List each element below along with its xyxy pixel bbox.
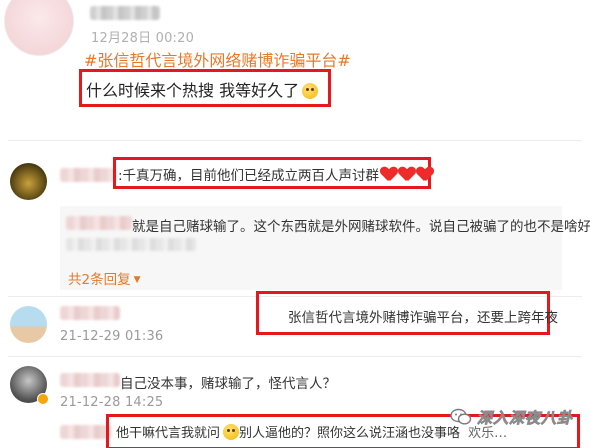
section-divider [8, 140, 582, 141]
watermark: 深入深夜八卦 [450, 406, 573, 428]
emoji-icon [223, 424, 240, 440]
comment-1-text-content: :千真万确，目前他们已经成立两百人声讨群 [118, 168, 380, 184]
comment-4-text-content: 他干嘛代言我就问 [116, 426, 221, 441]
comment-1-text: :千真万确，目前他们已经成立两百人声讨群 [118, 164, 433, 184]
comment-3-timestamp: 21-12-28 14:25 [60, 395, 164, 410]
post-timestamp: 12月28日 00:20 [91, 31, 195, 46]
watermark-text: 深入深夜八卦 [477, 408, 574, 427]
comment-4-trailing-text: 欢乐… [468, 426, 508, 441]
heart-emoji-icon [417, 167, 433, 182]
scared-face-emoji-icon [302, 83, 319, 99]
comment-3-text: 自己没本事，赌球输了，怪代言人？ [120, 376, 336, 392]
post-text: 什么时候来个热搜 我等好久了 [86, 77, 319, 101]
post-author-avatar[interactable] [4, 0, 74, 56]
commenter-name[interactable] [60, 306, 120, 320]
heart-emoji-icon [399, 167, 415, 182]
post-text-content: 什么时候来个热搜 我等好久了 [86, 81, 300, 100]
chevron-down-icon: ▼ [133, 275, 141, 285]
commenter-avatar[interactable] [10, 306, 47, 343]
verified-badge-icon [37, 393, 49, 405]
wechat-icon [450, 408, 472, 425]
comment-4-text: 他干嘛代言我就问 别人逼他的？照你这么说汪涵也没事咯 欢乐… [116, 422, 507, 441]
section-divider [8, 356, 582, 357]
reply-meta [66, 238, 196, 251]
post-hashtag[interactable]: #张信哲代言境外网络赌博诈骗平台# [84, 47, 351, 71]
comment-4-text-after-emoji: 别人逼他的？照你这么说汪涵也没事咯 [239, 426, 461, 441]
reply-text: 就是自己赌球输了。这个东西就是外网赌球软件。说自己被骗了的也不是啥好鸟。 [132, 219, 590, 235]
reply-count-link[interactable]: 共2条回复 ▼ [68, 268, 141, 288]
reply-author-name[interactable] [66, 216, 132, 230]
comment-2-timestamp: 21-12-29 01:36 [60, 329, 164, 344]
post-author-name[interactable] [90, 6, 160, 20]
commenter-name[interactable] [60, 425, 112, 439]
commenter-name[interactable] [60, 168, 116, 182]
reply-count-label[interactable]: 共2条回复 [68, 272, 131, 288]
heart-emoji-icon [381, 167, 397, 182]
comment-2-text: 张信哲代言境外赌博诈骗平台，还要上跨年夜 [288, 310, 558, 326]
commenter-name[interactable] [60, 373, 120, 387]
commenter-avatar[interactable] [10, 163, 47, 200]
